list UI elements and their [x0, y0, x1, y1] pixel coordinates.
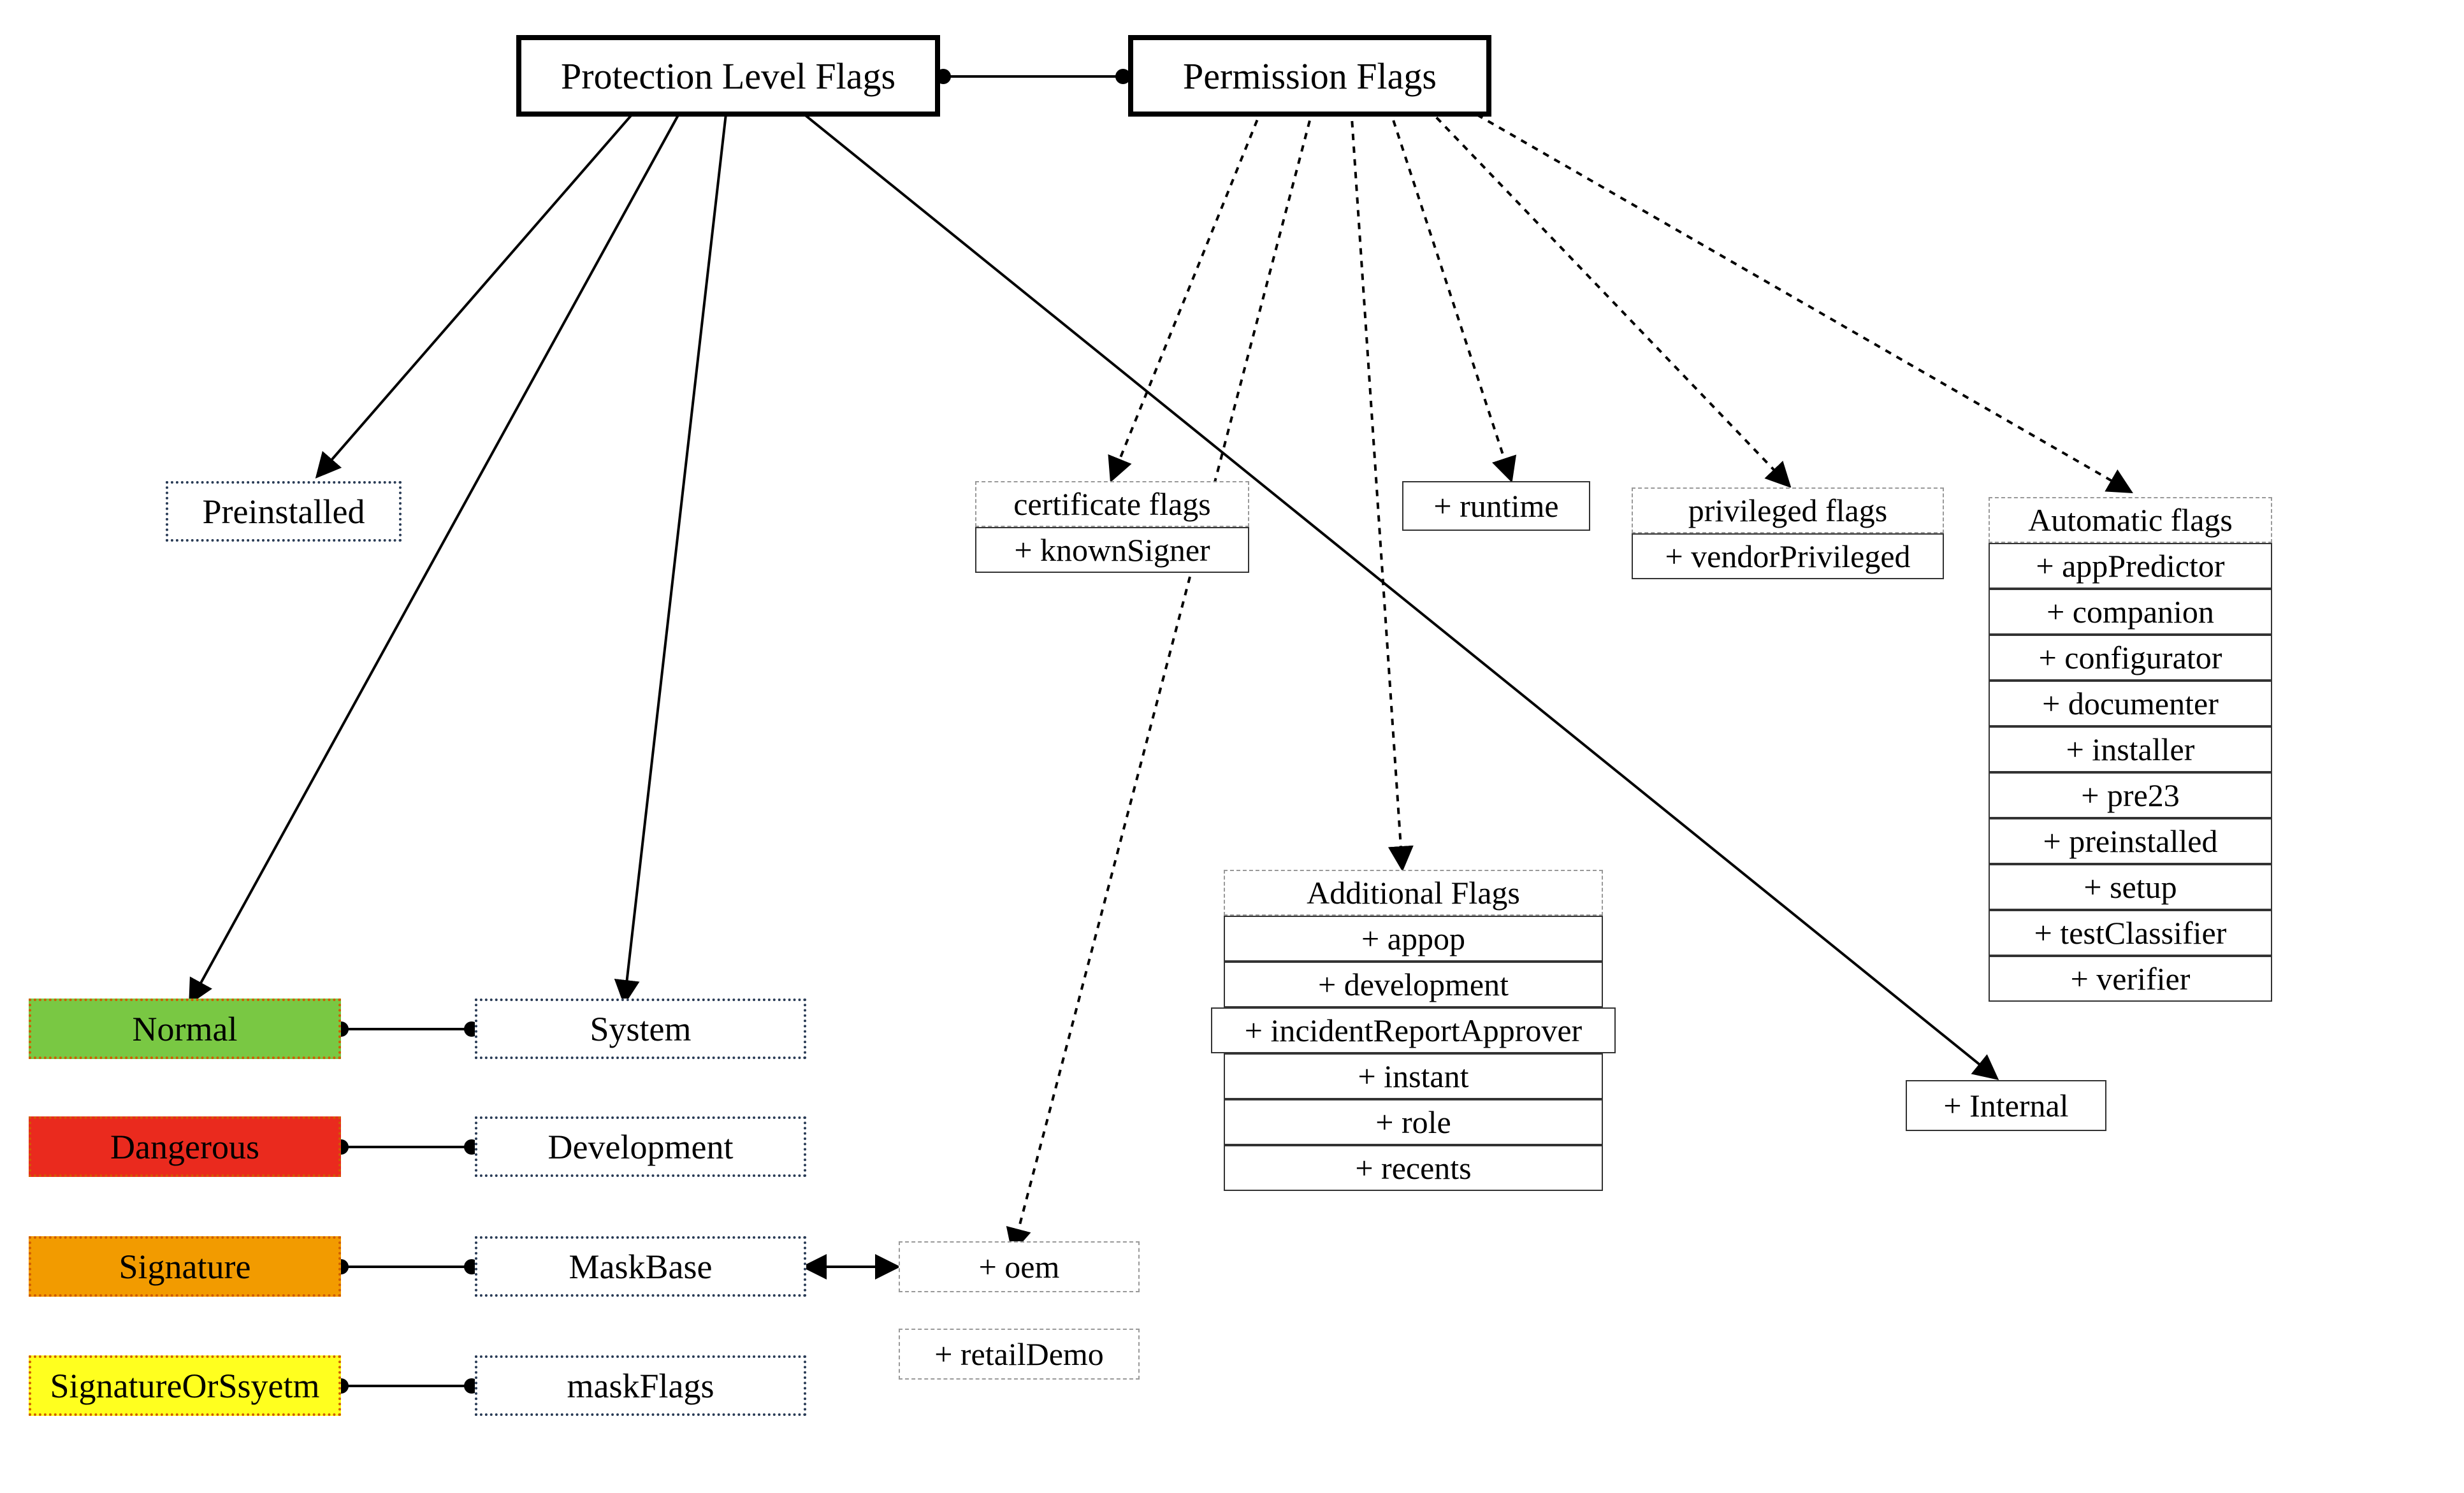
preinstalled-node: Preinstalled — [166, 481, 402, 542]
runtime-item: + runtime — [1402, 481, 1590, 531]
right-system: System — [475, 999, 806, 1059]
automatic-item-6: + preinstalled — [1989, 818, 2272, 864]
certificate-item-0: + knownSigner — [975, 527, 1249, 573]
additional-item-5: + recents — [1224, 1145, 1603, 1191]
additional-item-4: + role — [1224, 1099, 1603, 1145]
additional-item-3: + instant — [1224, 1053, 1603, 1099]
level-signature: Signature — [29, 1236, 341, 1297]
additional-item-1: + development — [1224, 962, 1603, 1007]
automatic-item-9: + verifier — [1989, 956, 2272, 1002]
automatic-item-4: + installer — [1989, 726, 2272, 772]
right-maskflags: maskFlags — [475, 1355, 806, 1416]
level-dangerous: Dangerous — [29, 1116, 341, 1177]
right-maskbase: MaskBase — [475, 1236, 806, 1297]
privileged-item-0: + vendorPrivileged — [1632, 533, 1944, 579]
internal-item: + Internal — [1906, 1080, 2106, 1131]
level-normal: Normal — [29, 999, 341, 1059]
automatic-item-3: + documenter — [1989, 681, 2272, 726]
additional-item-0: + appop — [1224, 916, 1603, 962]
protection-level-flags-root: Protection Level Flags — [516, 35, 940, 117]
additional-flags-title: Additional Flags — [1224, 870, 1603, 916]
additional-item-2: + incidentReportApprover — [1211, 1007, 1616, 1053]
privileged-flags-title: privileged flags — [1632, 487, 1944, 533]
oem-item: + oem — [899, 1241, 1140, 1292]
certificate-flags-title: certificate flags — [975, 481, 1249, 527]
automatic-item-0: + appPredictor — [1989, 543, 2272, 589]
automatic-flags-title: Automatic flags — [1989, 497, 2272, 543]
automatic-item-5: + pre23 — [1989, 772, 2272, 818]
level-signature-or-system: SignatureOrSsyetm — [29, 1355, 341, 1416]
automatic-item-8: + testClassifier — [1989, 910, 2272, 956]
right-development: Development — [475, 1116, 806, 1177]
automatic-item-1: + companion — [1989, 589, 2272, 635]
permission-flags-root: Permission Flags — [1128, 35, 1491, 117]
retaildemo-item: + retailDemo — [899, 1329, 1140, 1380]
automatic-item-2: + configurator — [1989, 635, 2272, 681]
automatic-item-7: + setup — [1989, 864, 2272, 910]
